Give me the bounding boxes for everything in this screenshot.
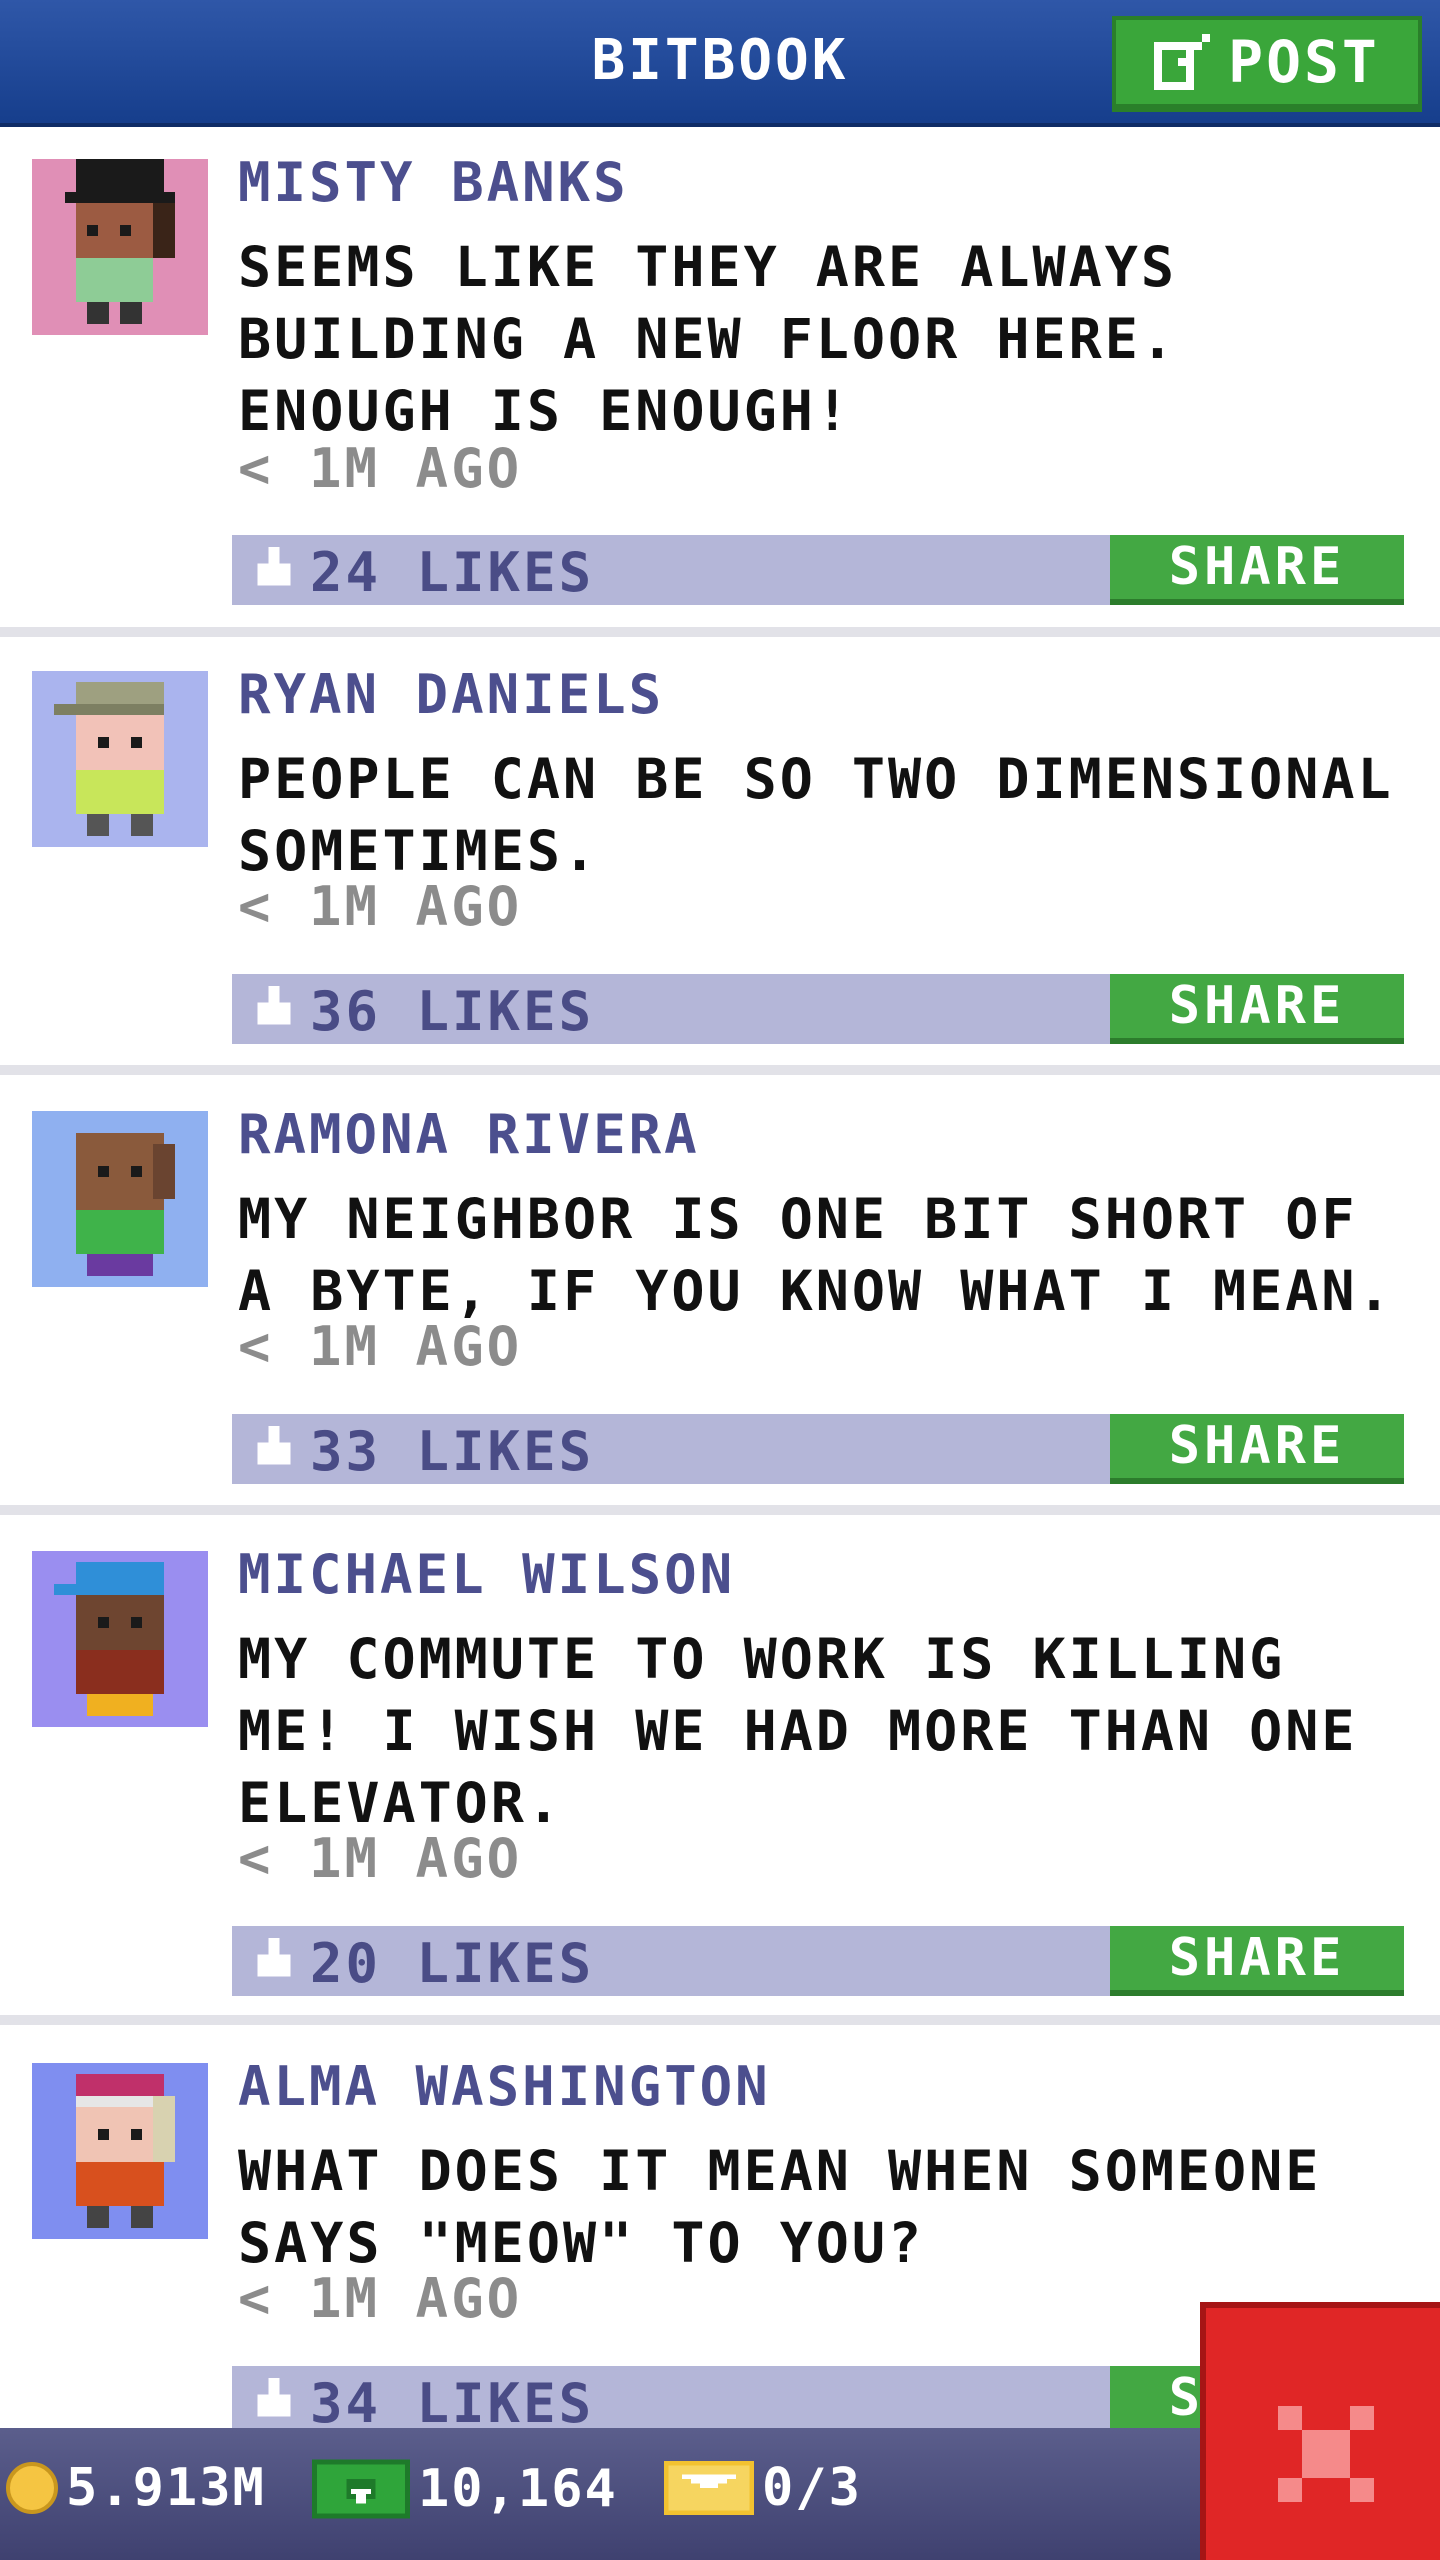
post-author[interactable]: ALMA WASHINGTON [238, 2055, 771, 2118]
bux-value: 10,164 [418, 2459, 618, 2519]
post-message: WHAT DOES IT MEAN WHEN SOMEONE SAYS "MEO… [238, 2139, 1322, 2275]
share-button[interactable]: SHARE [1110, 974, 1404, 1044]
feed-post: MISTY BANKS SEEMS LIKE THEY ARE ALWAYS B… [0, 127, 1440, 627]
post-author[interactable]: MICHAEL WILSON [238, 1543, 735, 1606]
post-message: MY COMMUTE TO WORK IS KILLING ME! I WISH… [238, 1627, 1358, 1835]
tickets-stat: 0/3 [664, 2458, 862, 2518]
post-author[interactable]: MISTY BANKS [238, 151, 629, 214]
likes-bar: 24 LIKES SHARE [232, 535, 1404, 605]
like-count: 36 LIKES [310, 980, 595, 1043]
avatar [32, 671, 208, 847]
close-button[interactable] [1200, 2302, 1440, 2560]
post-timestamp: < 1M AGO [238, 2267, 523, 2330]
post-author[interactable]: RAMONA RIVERA [238, 1103, 700, 1166]
bux-stat: 10,164 [312, 2458, 618, 2520]
share-button[interactable]: SHARE [1110, 1414, 1404, 1484]
avatar [32, 159, 208, 335]
post-timestamp: < 1M AGO [238, 437, 523, 500]
close-icon [1278, 2406, 1374, 2502]
avatar [32, 2063, 208, 2239]
post-button[interactable]: POST [1112, 16, 1422, 112]
post-message: MY NEIGHBOR IS ONE BIT SHORT OF A BYTE, … [238, 1187, 1394, 1323]
like-icon[interactable] [252, 986, 296, 1030]
post-message: PEOPLE CAN BE SO TWO DIMENSIONAL SOMETIM… [238, 747, 1394, 883]
like-icon[interactable] [252, 1426, 296, 1470]
post-divider [0, 627, 1440, 637]
post-divider [0, 2015, 1440, 2025]
post-button-label: POST [1228, 28, 1380, 96]
feed-post: RAMONA RIVERA MY NEIGHBOR IS ONE BIT SHO… [0, 1075, 1440, 1505]
share-button[interactable]: SHARE [1110, 1926, 1404, 1996]
tickets-value: 0/3 [762, 2458, 862, 2518]
app-header: BITBOOK POST [0, 0, 1440, 127]
post-message: SEEMS LIKE THEY ARE ALWAYS BUILDING A NE… [238, 235, 1177, 443]
like-count: 20 LIKES [310, 1932, 595, 1995]
avatar [32, 1551, 208, 1727]
coins-value: 5.913M [66, 2458, 266, 2518]
like-icon[interactable] [252, 1938, 296, 1982]
likes-bar: 36 LIKES SHARE [232, 974, 1404, 1044]
bux-icon [312, 2459, 410, 2519]
feed-post: MICHAEL WILSON MY COMMUTE TO WORK IS KIL… [0, 1515, 1440, 2015]
share-button[interactable]: SHARE [1110, 535, 1404, 605]
likes-bar: 33 LIKES SHARE [232, 1414, 1404, 1484]
like-icon[interactable] [252, 2378, 296, 2422]
like-icon[interactable] [252, 547, 296, 591]
like-count: 24 LIKES [310, 541, 595, 604]
edit-icon [1154, 34, 1211, 90]
post-timestamp: < 1M AGO [238, 875, 523, 938]
feed-post: RYAN DANIELS PEOPLE CAN BE SO TWO DIMENS… [0, 637, 1440, 1065]
likes-bar: 20 LIKES SHARE [232, 1926, 1404, 1996]
coins-stat: 5.913M [6, 2458, 266, 2518]
post-timestamp: < 1M AGO [238, 1315, 523, 1378]
avatar [32, 1111, 208, 1287]
post-divider [0, 1065, 1440, 1075]
ticket-icon [664, 2461, 754, 2515]
like-count: 34 LIKES [310, 2372, 595, 2435]
post-timestamp: < 1M AGO [238, 1827, 523, 1890]
post-author[interactable]: RYAN DANIELS [238, 663, 664, 726]
like-count: 33 LIKES [310, 1420, 595, 1483]
post-divider [0, 1505, 1440, 1515]
coin-icon [6, 2462, 58, 2514]
